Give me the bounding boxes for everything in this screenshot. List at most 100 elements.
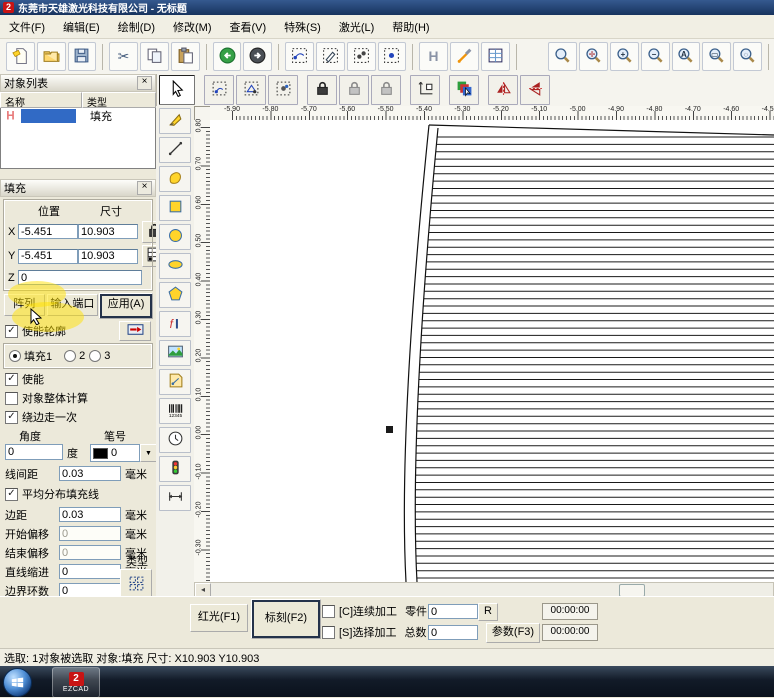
- red-light-button[interactable]: 红光(F1): [190, 604, 248, 632]
- edit-node-button[interactable]: [316, 42, 345, 71]
- undo-button[interactable]: [213, 42, 242, 71]
- mark-contour-param-button[interactable]: [119, 321, 151, 341]
- move-node-button[interactable]: [285, 42, 314, 71]
- param-button[interactable]: 参数(F3): [486, 623, 540, 643]
- total-count-field[interactable]: [428, 625, 478, 640]
- menu-item-4[interactable]: 查看(V): [221, 15, 276, 39]
- mark-button[interactable]: 标刻(F2): [252, 600, 320, 638]
- rectangle-tool-button[interactable]: [159, 195, 191, 221]
- part-count-field[interactable]: [428, 604, 478, 619]
- param-field[interactable]: [59, 526, 121, 541]
- zoom-in-button[interactable]: +: [610, 42, 639, 71]
- fill-option-2[interactable]: 2: [64, 350, 85, 362]
- array-button[interactable]: 阵列: [4, 294, 45, 316]
- select-button[interactable]: [159, 75, 195, 105]
- join-node-button[interactable]: [347, 42, 376, 71]
- zoom-all-button[interactable]: A: [672, 42, 701, 71]
- new-file-button[interactable]: [6, 42, 35, 71]
- line-space-field[interactable]: [59, 466, 121, 481]
- column-header-type[interactable]: 类型: [82, 92, 156, 108]
- save-file-button[interactable]: [68, 42, 97, 71]
- select-process-checkbox[interactable]: [322, 626, 335, 639]
- io-control-tool-button[interactable]: [159, 456, 191, 482]
- open-file-button[interactable]: [37, 42, 66, 71]
- param-field[interactable]: [59, 507, 121, 522]
- cut-button[interactable]: ✂: [109, 42, 138, 71]
- drawing-canvas[interactable]: [210, 120, 774, 582]
- taskbar-app-ezcad[interactable]: 2 EZCAD: [52, 667, 100, 698]
- menu-item-7[interactable]: 帮助(H): [383, 15, 438, 39]
- start-button[interactable]: [3, 668, 32, 697]
- circle-tool-button[interactable]: [159, 224, 191, 250]
- whole-calc-checkbox[interactable]: [5, 392, 18, 405]
- clock-tool-button[interactable]: [159, 427, 191, 453]
- tools-button[interactable]: [450, 42, 479, 71]
- vector-file-tool-button[interactable]: [159, 369, 191, 395]
- chevron-down-icon[interactable]: ▼: [140, 444, 157, 462]
- menu-item-1[interactable]: 编辑(E): [54, 15, 109, 39]
- put-to-origin-button[interactable]: [204, 75, 234, 105]
- panel-splitter[interactable]: [0, 169, 156, 179]
- node-pen-tool-button[interactable]: [159, 108, 191, 134]
- close-icon[interactable]: ×: [137, 181, 152, 195]
- param-field[interactable]: [59, 564, 121, 579]
- canvas-drawing[interactable]: [210, 120, 774, 582]
- menu-item-5[interactable]: 特殊(S): [275, 15, 330, 39]
- param-field[interactable]: [59, 545, 121, 560]
- polygon-tool-button[interactable]: [159, 282, 191, 308]
- scroll-left-arrow-icon[interactable]: ◂: [195, 583, 211, 597]
- lock-dark-button[interactable]: [307, 75, 337, 105]
- zoom-page-button[interactable]: ▭: [702, 42, 731, 71]
- y-position-field[interactable]: [18, 249, 78, 264]
- put-to-center-button[interactable]: [236, 75, 266, 105]
- scrollbar-thumb[interactable]: [619, 584, 645, 597]
- x-position-field[interactable]: [18, 224, 78, 239]
- text-tool-button[interactable]: fI: [159, 311, 191, 337]
- image-tool-button[interactable]: [159, 340, 191, 366]
- mirror-horizontal-button[interactable]: [488, 75, 518, 105]
- dimension-tool-button[interactable]: [159, 485, 191, 511]
- z-position-field[interactable]: [18, 270, 142, 285]
- freehand-tool-button[interactable]: [159, 166, 191, 192]
- object-name-cell[interactable]: [21, 109, 76, 123]
- select-node-button[interactable]: [378, 42, 407, 71]
- zoom-pan-button[interactable]: ✛: [579, 42, 608, 71]
- radio-icon[interactable]: [64, 350, 76, 362]
- ellipse-tool-button[interactable]: [159, 253, 191, 279]
- line-tool-button[interactable]: [159, 137, 191, 163]
- menu-item-6[interactable]: 激光(L): [330, 15, 383, 39]
- column-header-name[interactable]: 名称: [0, 92, 82, 108]
- mirror-vertical-button[interactable]: [520, 75, 550, 105]
- table-button[interactable]: [481, 42, 510, 71]
- zoom-window-button[interactable]: [548, 42, 577, 71]
- continuous-checkbox[interactable]: [322, 605, 335, 618]
- copy-button[interactable]: [140, 42, 169, 71]
- barcode-tool-button[interactable]: 12345: [159, 398, 191, 424]
- menu-item-3[interactable]: 修改(M): [164, 15, 221, 39]
- menu-item-2[interactable]: 绘制(D): [109, 15, 164, 39]
- paste-button[interactable]: [171, 42, 200, 71]
- lock-gray-button[interactable]: [371, 75, 401, 105]
- close-icon[interactable]: ×: [137, 76, 152, 90]
- fill-option-3[interactable]: 3: [89, 350, 110, 362]
- pen-select[interactable]: 0: [90, 444, 140, 462]
- put-to-position-button[interactable]: [268, 75, 298, 105]
- radio-icon[interactable]: [9, 350, 21, 362]
- x-size-field[interactable]: [78, 224, 138, 239]
- edge-once-checkbox[interactable]: [5, 411, 18, 424]
- reset-count-button[interactable]: R: [478, 603, 498, 621]
- zoom-out-button[interactable]: −: [641, 42, 670, 71]
- redo-button[interactable]: [243, 42, 272, 71]
- fill-option-1[interactable]: 填充1: [9, 348, 52, 364]
- angle-field[interactable]: [5, 444, 63, 460]
- input-port-button[interactable]: 输入端口: [47, 294, 99, 316]
- zoom-object-button[interactable]: ◌: [733, 42, 762, 71]
- axes-button[interactable]: [410, 75, 440, 105]
- menu-item-0[interactable]: 文件(F): [0, 15, 54, 39]
- apply-button[interactable]: 应用(A): [100, 294, 152, 318]
- selection-handle[interactable]: [386, 426, 393, 433]
- hatch-tool-button[interactable]: H: [419, 42, 448, 71]
- enable-contour-checkbox[interactable]: [5, 325, 18, 338]
- enable-checkbox[interactable]: [5, 373, 18, 386]
- avg-dist-checkbox[interactable]: [5, 488, 18, 501]
